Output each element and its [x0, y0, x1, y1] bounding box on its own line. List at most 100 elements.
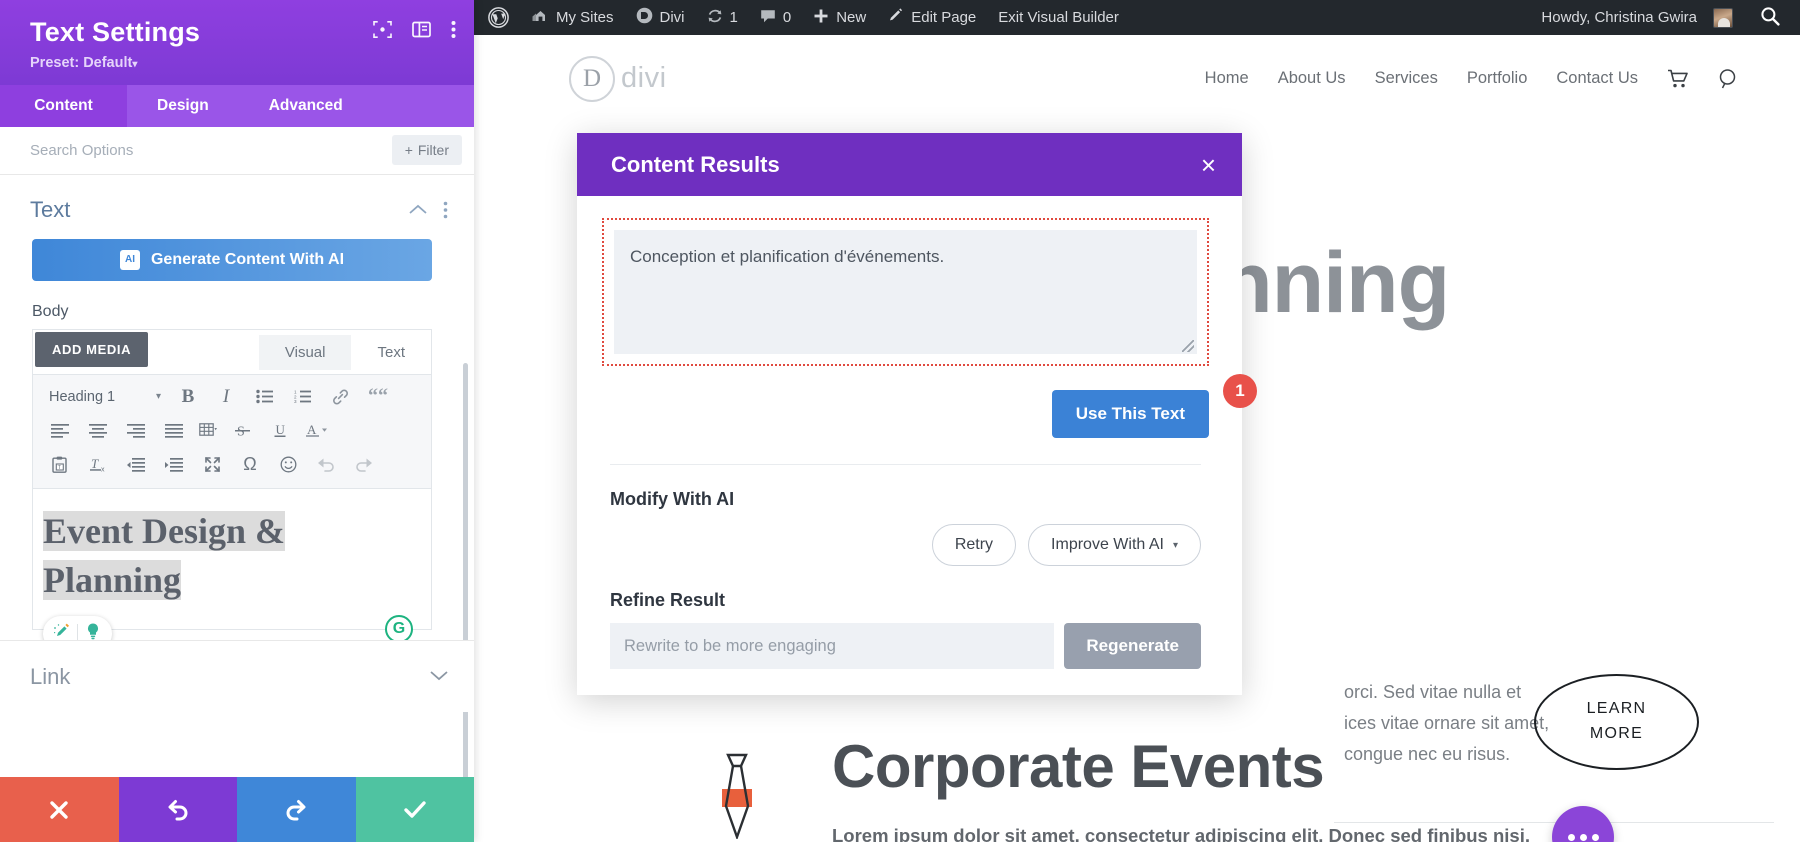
toolbar-row-2: S U A: [41, 414, 423, 448]
modal-header: Content Results ×: [577, 133, 1242, 196]
align-justify-icon[interactable]: [155, 416, 193, 446]
chevron-up-icon[interactable]: [409, 204, 427, 216]
undo-icon[interactable]: [307, 450, 345, 480]
grammarly-status-icon[interactable]: G: [385, 614, 413, 643]
align-left-icon[interactable]: [41, 416, 79, 446]
admin-bar-comments[interactable]: 0: [749, 0, 802, 35]
table-icon[interactable]: [193, 416, 223, 446]
generate-content-with-ai-button[interactable]: AI Generate Content With AI: [32, 238, 432, 281]
menu-item-portfolio[interactable]: Portfolio: [1467, 69, 1528, 88]
more-options-icon[interactable]: [451, 20, 456, 39]
blockquote-icon[interactable]: ““: [359, 382, 397, 412]
admin-bar-divi[interactable]: Divi: [625, 0, 696, 35]
indent-icon[interactable]: [155, 450, 193, 480]
tab-visual[interactable]: Visual: [258, 334, 352, 370]
clear-formatting-icon[interactable]: Tx: [79, 450, 117, 480]
outdent-icon[interactable]: [117, 450, 155, 480]
paste-as-text-icon[interactable]: T: [41, 450, 79, 480]
resize-handle[interactable]: [1182, 340, 1194, 352]
divi-settings-fab[interactable]: [1552, 806, 1614, 842]
link-icon[interactable]: [321, 382, 359, 412]
strikethrough-icon[interactable]: S: [223, 416, 261, 446]
close-icon[interactable]: ×: [1197, 152, 1220, 178]
format-select[interactable]: Heading 1 ▾: [41, 382, 169, 412]
svg-text:S: S: [237, 425, 245, 440]
align-right-icon[interactable]: [117, 416, 155, 446]
save-button[interactable]: [355, 777, 474, 842]
admin-bar-my-sites[interactable]: My Sites: [521, 0, 625, 35]
dot-icon: [1579, 833, 1587, 841]
howdy-label: Howdy, Christina Gwira: [1541, 9, 1697, 26]
cart-icon[interactable]: [1667, 69, 1689, 89]
filter-button[interactable]: + Filter: [391, 135, 462, 166]
editor-topbar: ADD MEDIA Visual Text: [33, 329, 431, 374]
layout-panel-icon[interactable]: [412, 20, 431, 39]
search-icon[interactable]: [1744, 6, 1800, 30]
section-more-icon[interactable]: [443, 201, 448, 219]
redo-button[interactable]: [237, 777, 356, 842]
emoji-icon[interactable]: [269, 450, 307, 480]
improve-with-ai-button[interactable]: Improve With AI ▾: [1028, 524, 1201, 566]
admin-bar-new[interactable]: New: [802, 0, 877, 35]
align-center-icon[interactable]: [79, 416, 117, 446]
text-section-header[interactable]: Text: [0, 175, 474, 237]
menu-item-services[interactable]: Services: [1375, 69, 1438, 88]
regenerate-button[interactable]: Regenerate: [1064, 623, 1201, 669]
settings-scrollbar[interactable]: [463, 362, 468, 777]
admin-bar-exit-visual-builder[interactable]: Exit Visual Builder: [987, 0, 1130, 35]
admin-bar-comments-count: 0: [782, 9, 792, 26]
section-title-corporate-events: Corporate Events: [832, 733, 1325, 800]
admin-bar-updates-count: 1: [729, 9, 738, 26]
discard-changes-button[interactable]: [0, 777, 119, 842]
settings-tabs: Content Design Advanced: [0, 84, 474, 127]
use-this-text-button[interactable]: Use This Text: [1051, 390, 1209, 438]
menu-item-home[interactable]: Home: [1205, 69, 1249, 88]
tab-text[interactable]: Text: [351, 335, 431, 370]
divi-icon: [636, 7, 653, 28]
bulleted-list-icon[interactable]: [245, 382, 283, 412]
admin-bar-new-label: New: [836, 9, 867, 26]
tab-advanced[interactable]: Advanced: [239, 85, 373, 127]
menu-item-contact-us[interactable]: Contact Us: [1556, 69, 1638, 88]
learn-more-button[interactable]: LEARN MORE: [1534, 674, 1699, 770]
svg-text:T: T: [91, 456, 99, 471]
link-section-header[interactable]: Link: [0, 640, 474, 712]
fullscreen-icon[interactable]: [193, 450, 231, 480]
wysiwyg-editor: ADD MEDIA Visual Text Heading 1 ▾ B I 1 …: [32, 328, 432, 651]
preset-selector[interactable]: Preset: Default▾: [30, 55, 452, 71]
bold-icon[interactable]: B: [169, 382, 207, 412]
site-logo[interactable]: D divi: [569, 55, 667, 102]
refine-input[interactable]: [610, 623, 1055, 669]
redo-icon[interactable]: [345, 450, 383, 480]
dot-icon: [1591, 833, 1599, 841]
underline-icon[interactable]: U: [261, 416, 299, 446]
chevron-down-icon[interactable]: [430, 668, 448, 686]
site-navigation: D divi Home About Us Services Portfolio …: [474, 35, 1800, 122]
retry-button[interactable]: Retry: [931, 524, 1017, 566]
admin-bar-updates[interactable]: 1: [696, 0, 749, 35]
generate-ai-label: Generate Content With AI: [150, 250, 345, 268]
special-character-icon[interactable]: Ω: [231, 450, 269, 480]
undo-button[interactable]: [118, 777, 237, 842]
text-color-icon[interactable]: A: [299, 416, 335, 446]
fullscreen-target-icon[interactable]: [373, 20, 392, 39]
add-media-button[interactable]: ADD MEDIA: [35, 331, 149, 367]
admin-bar-account: Howdy, Christina Gwira: [1530, 0, 1800, 35]
admin-bar-howdy[interactable]: Howdy, Christina Gwira: [1530, 0, 1744, 35]
wordpress-logo-icon[interactable]: [474, 0, 521, 35]
modal-body: Conception et planification d'événements…: [577, 196, 1257, 695]
tab-content[interactable]: Content: [0, 84, 127, 127]
preset-label: Preset: Default: [30, 54, 133, 71]
result-textarea[interactable]: Conception et planification d'événements…: [614, 230, 1197, 354]
menu-item-about-us[interactable]: About Us: [1278, 69, 1346, 88]
admin-bar-edit-page[interactable]: Edit Page: [877, 0, 987, 35]
search-input[interactable]: [30, 141, 392, 159]
tab-design[interactable]: Design: [127, 85, 239, 127]
site-search-icon[interactable]: [1718, 68, 1740, 90]
editor-content[interactable]: Event Design & Planning G: [33, 489, 431, 651]
editor-heading[interactable]: Event Design & Planning: [43, 507, 431, 606]
text-settings-panel: Text Settings Preset: Default▾ Content D…: [0, 0, 474, 842]
italic-icon[interactable]: I: [207, 382, 245, 412]
improve-label: Improve With AI: [1051, 536, 1164, 553]
numbered-list-icon[interactable]: 123: [283, 382, 321, 412]
